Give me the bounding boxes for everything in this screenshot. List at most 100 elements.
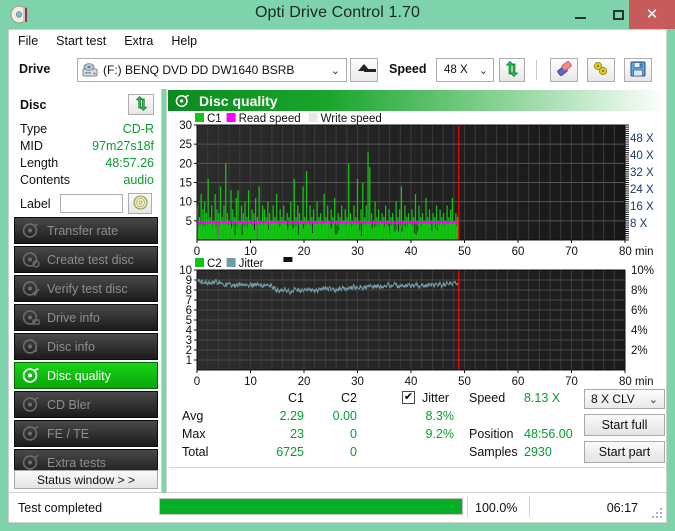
x-tick-label: 60 (512, 246, 525, 256)
y-tick-label: 15 (179, 178, 192, 190)
disc-refresh-button[interactable] (128, 94, 154, 115)
y2-tick-label: 16 X (630, 201, 654, 213)
status-window-button[interactable]: Status window > > (14, 470, 158, 489)
x-tick-label: 60 (512, 376, 525, 388)
maximize-icon (612, 9, 624, 20)
progress-fill (160, 499, 462, 514)
resize-grip[interactable] (652, 508, 662, 518)
eject-button[interactable] (350, 58, 378, 82)
jitter-label: Jitter (422, 391, 450, 405)
sidebar-item-fe-te[interactable]: FE / TE (14, 420, 158, 447)
disc-row-value: 97m27s18f (92, 139, 154, 153)
start-part-button[interactable]: Start part (584, 441, 665, 463)
position-stat-value: 48:56.00 (524, 427, 573, 441)
progress-bar (159, 498, 463, 515)
x-tick-label: 80 min (619, 376, 654, 388)
y-tick-label: 25 (179, 139, 192, 151)
x-tick-label: 0 (194, 376, 200, 388)
stats-col-header-c1: C1 (288, 391, 304, 405)
stats-divider (169, 467, 665, 468)
disc-row-value: CD-R (122, 122, 154, 136)
status-divider (529, 496, 530, 517)
speed-select[interactable]: 48 X ⌄ (436, 58, 494, 82)
tools-icon (592, 61, 610, 80)
x-tick-label: 50 (458, 376, 471, 388)
y2-tick-label: 32 X (630, 167, 654, 179)
y-tick-label: 5 (186, 216, 192, 228)
disc-verify-icon (22, 280, 40, 297)
sidebar-item-label: Create test disc (47, 252, 134, 267)
disc-info-icon (22, 338, 40, 355)
drive-label: Drive (19, 62, 51, 76)
y2-tick-label: 10% (631, 265, 654, 277)
disc-label-button[interactable] (128, 193, 152, 214)
minimize-button[interactable] (561, 0, 599, 29)
sidebar-item-label: Extra tests (47, 455, 107, 470)
disc-create-icon (22, 251, 40, 268)
x-tick-label: 30 (351, 376, 364, 388)
app-window: Opti Drive Control 1.70 ✕ File Start tes… (0, 0, 675, 531)
close-button[interactable]: ✕ (629, 0, 675, 29)
y2-tick-label: 8 X (630, 218, 648, 230)
y-tick-label: 30 (179, 120, 192, 132)
drive-icon (82, 62, 98, 78)
erase-icon (555, 60, 573, 80)
stats-row-header-total: Total (182, 445, 209, 459)
menu-item-help[interactable]: Help (162, 32, 206, 50)
menu-item-start-test[interactable]: Start test (47, 32, 115, 50)
legend-label: Jitter (239, 258, 264, 270)
menu-bar: File Start test Extra Help (8, 29, 667, 51)
tools-button[interactable] (587, 58, 615, 82)
x-tick-label: 50 (458, 246, 471, 256)
close-icon: ✕ (645, 5, 659, 23)
erase-button[interactable] (550, 58, 578, 82)
menu-item-extra[interactable]: Extra (115, 32, 162, 50)
y-tick-label: 20 (179, 158, 192, 170)
chevron-down-icon: ⌄ (648, 394, 658, 406)
disc-label-icon (132, 194, 148, 213)
sidebar-item-disc-quality[interactable]: Disc quality (14, 362, 158, 389)
check-icon: ✔ (403, 391, 414, 403)
drive-select[interactable]: (F:) BENQ DVD DD DW1640 BSRB ⌄ (77, 58, 347, 82)
sidebar-item-label: Disc info (47, 339, 95, 354)
disc-row-length: Length 48:57.26 (18, 156, 154, 173)
stats-row-header-avg: Avg (182, 409, 204, 423)
sidebar-item-create-test-disc[interactable]: Create test disc (14, 246, 158, 273)
sidebar-item-drive-info[interactable]: Drive info (14, 304, 158, 331)
disc-transfer-icon (22, 222, 40, 239)
x-tick-label: 70 (565, 246, 578, 256)
x-tick-label: 80 min (619, 246, 654, 256)
disc-label-input[interactable] (60, 194, 123, 213)
x-tick-label: 10 (244, 246, 257, 256)
write-strategy-select[interactable]: 8 X CLV ⌄ (584, 389, 665, 409)
menu-item-file[interactable]: File (9, 32, 47, 50)
jitter-checkbox[interactable]: ✔ (402, 391, 415, 404)
eject-icon (356, 63, 376, 77)
minimize-icon (574, 16, 586, 19)
jitter-avg-value: 8.3% (425, 409, 455, 423)
stats-row-header-max: Max (182, 427, 206, 441)
sidebar-item-label: FE / TE (47, 426, 90, 441)
refresh-button[interactable] (499, 58, 525, 82)
stats-c2-max: 0 (350, 427, 357, 441)
title-bar: Opti Drive Control 1.70 ✕ (0, 0, 675, 29)
samples-stat-label: Samples (469, 445, 518, 459)
start-full-button[interactable]: Start full (584, 414, 665, 436)
disc-bler-icon (22, 396, 40, 413)
stats-c1-avg: 2.29 (279, 409, 304, 423)
refresh-icon (134, 95, 149, 114)
speed-value: 48 X (444, 64, 468, 76)
sidebar-item-verify-test-disc[interactable]: Verify test disc (14, 275, 158, 302)
sidebar-item-cd-bler[interactable]: CD Bler (14, 391, 158, 418)
stats-c2-total: 0 (350, 445, 357, 459)
disc-quality-icon (175, 94, 190, 108)
save-button[interactable] (624, 58, 652, 82)
sidebar-item-transfer-rate[interactable]: Transfer rate (14, 217, 158, 244)
speed-stat-label: Speed (469, 391, 506, 405)
save-icon (630, 61, 646, 80)
sidebar-item-disc-info[interactable]: Disc info (14, 333, 158, 360)
sidebar-item-label: CD Bler (47, 397, 91, 412)
disc-section-header: Disc (18, 94, 154, 116)
c1-chart: C1 Read speed Write speed 5 10 15 20 25 30 8 X 16 … (167, 111, 665, 258)
x-tick-label: 20 (298, 376, 311, 388)
